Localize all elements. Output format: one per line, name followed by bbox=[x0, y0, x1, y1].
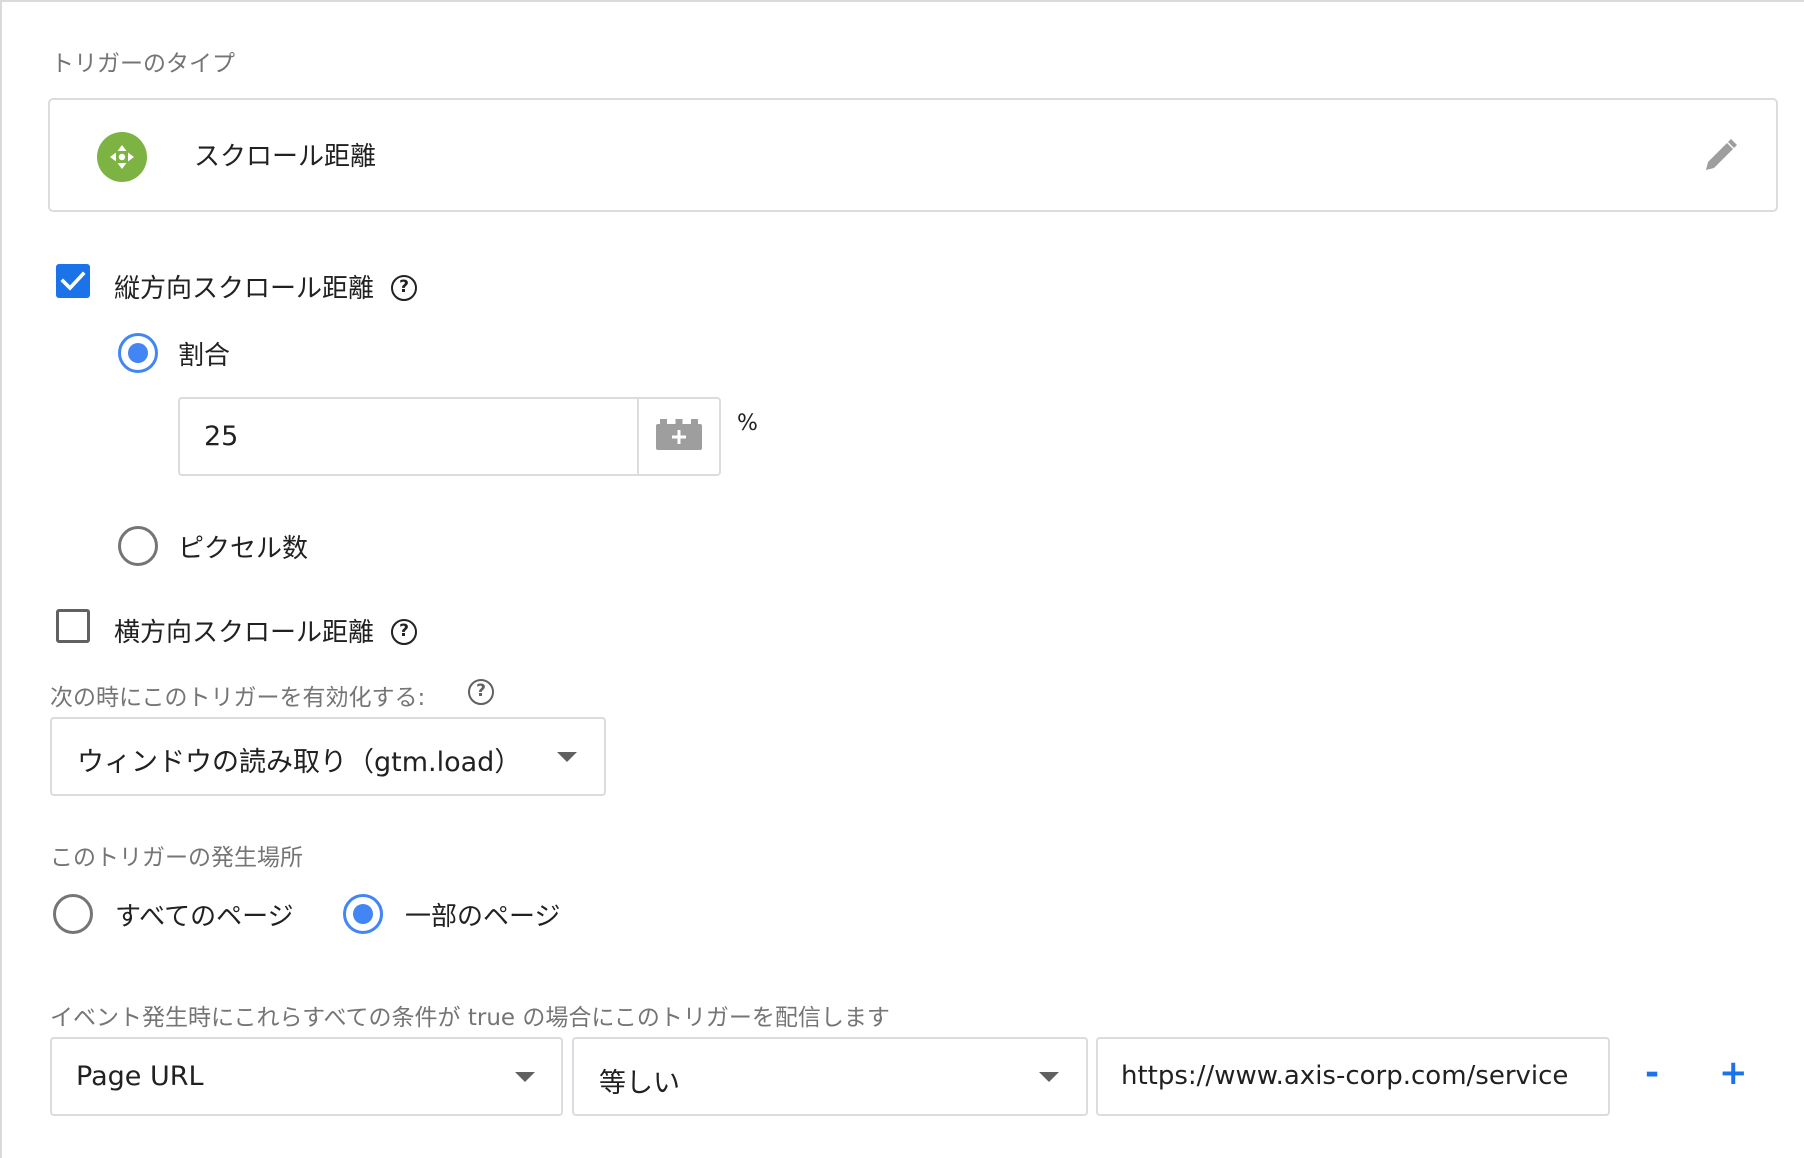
condition-operator-value: 等しい bbox=[599, 1068, 680, 1099]
fire-on-label: このトリガーの発生場所 bbox=[50, 845, 303, 871]
some-pages-label: 一部のページ bbox=[405, 902, 561, 932]
condition-variable-value: Page URL bbox=[76, 1061, 204, 1092]
chevron-down-icon bbox=[557, 752, 577, 762]
condition-value-text[interactable]: https://www.axis-corp.com/service bbox=[1121, 1061, 1568, 1091]
variable-picker-button[interactable] bbox=[637, 397, 721, 476]
percent-input-value[interactable]: 25 bbox=[204, 421, 238, 452]
vertical-scroll-label: 縦方向スクロール距離 bbox=[114, 274, 375, 304]
all-pages-radio[interactable] bbox=[53, 894, 93, 934]
percent-unit: % bbox=[737, 411, 758, 436]
help-icon[interactable]: ? bbox=[391, 275, 417, 301]
help-icon[interactable]: ? bbox=[468, 679, 494, 705]
horizontal-scroll-label: 横方向スクロール距離 bbox=[114, 618, 375, 648]
enable-when-label: 次の時にこのトリガーを有効化する: bbox=[50, 685, 426, 711]
add-condition-button[interactable]: + bbox=[1719, 1056, 1748, 1090]
trigger-type-name: スクロール距離 bbox=[194, 142, 377, 172]
vertical-scroll-checkbox[interactable] bbox=[56, 264, 90, 298]
help-icon[interactable]: ? bbox=[391, 619, 417, 645]
pixel-radio[interactable] bbox=[118, 526, 158, 566]
chevron-down-icon bbox=[1039, 1072, 1059, 1082]
remove-condition-button[interactable]: - bbox=[1645, 1056, 1659, 1090]
horizontal-scroll-checkbox[interactable] bbox=[56, 609, 90, 643]
enable-when-selected: ウィンドウの読み取り（gtm.load） bbox=[77, 747, 522, 778]
percent-radio[interactable] bbox=[118, 333, 158, 373]
checkmark-icon bbox=[60, 271, 86, 291]
some-pages-radio[interactable] bbox=[343, 894, 383, 934]
trigger-type-label: トリガーのタイプ bbox=[51, 51, 235, 77]
percent-option-label: 割合 bbox=[178, 341, 231, 371]
variable-brick-icon bbox=[656, 419, 702, 450]
conditions-label: イベント発生時にこれらすべての条件が true の場合にこのトリガーを配信します bbox=[50, 1005, 890, 1031]
move-arrows-icon bbox=[97, 132, 147, 182]
chevron-down-icon bbox=[515, 1072, 535, 1082]
pencil-icon[interactable] bbox=[1700, 136, 1740, 176]
all-pages-label: すべてのページ bbox=[115, 902, 294, 932]
pixel-option-label: ピクセル数 bbox=[178, 534, 309, 564]
